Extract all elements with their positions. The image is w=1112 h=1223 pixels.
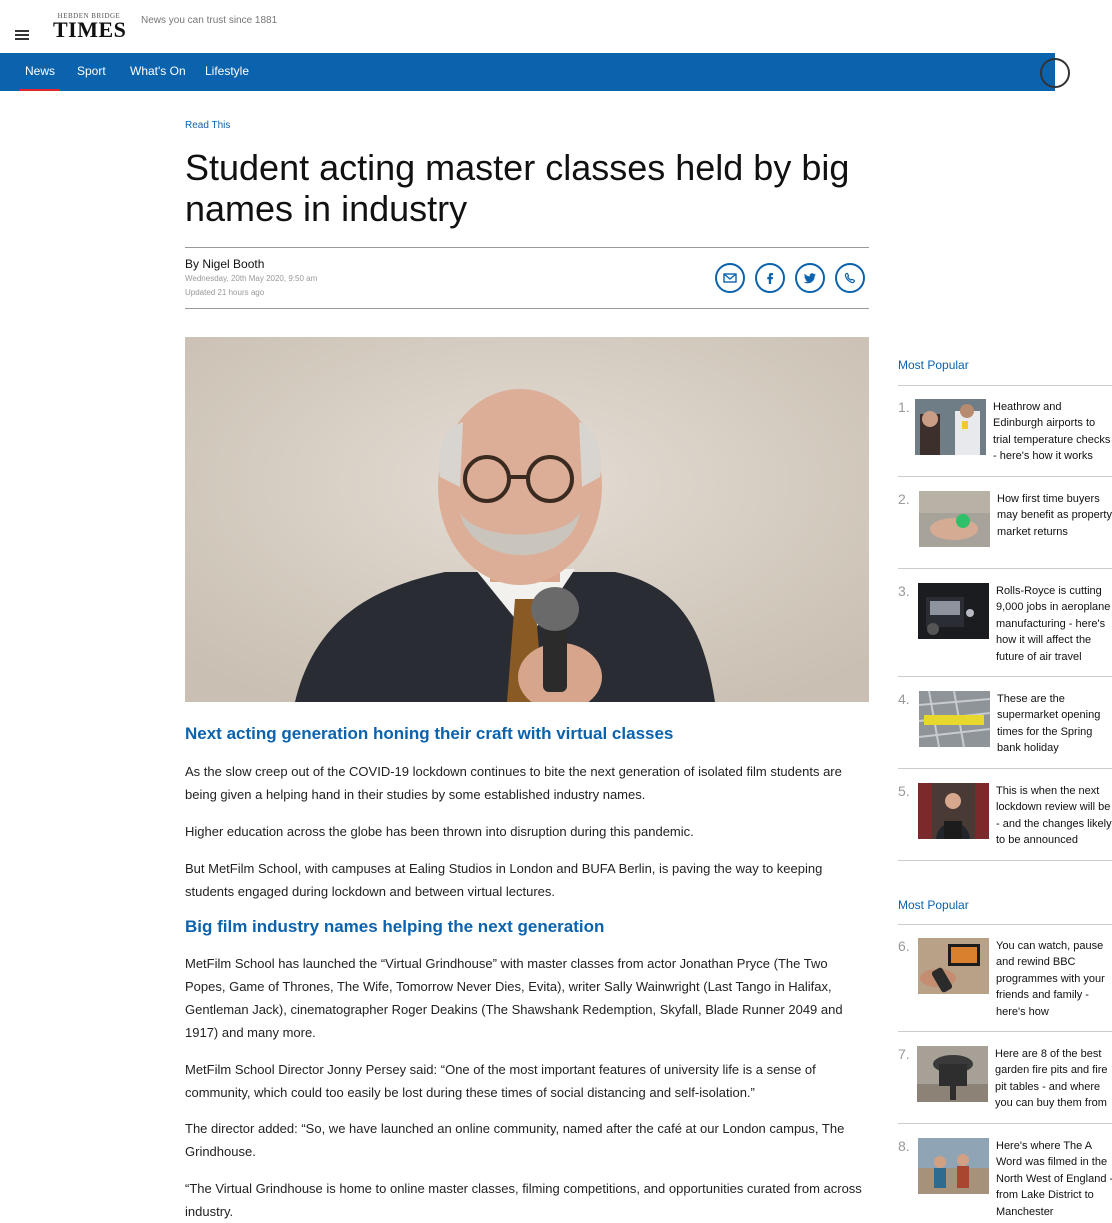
item-number: 8. [898,1138,910,1154]
divider [898,568,1112,569]
search-icon[interactable] [1040,58,1070,88]
logo-main-text: TIMES [53,17,127,42]
divider [898,860,1112,861]
article-date: Wednesday, 20th May 2020, 9:50 am [185,274,318,283]
whatsapp-icon [844,272,856,284]
article-kicker[interactable]: Read This [185,120,230,131]
article-subhead: Next acting generation honing their craf… [185,724,674,743]
divider [898,924,1112,925]
whatsapp-share-button[interactable] [835,263,865,293]
article-updated: Updated 21 hours ago [185,288,265,297]
item-thumbnail[interactable] [918,783,989,839]
item-thumbnail[interactable] [919,691,990,747]
item-thumbnail[interactable] [918,1138,989,1194]
twitter-share-button[interactable] [795,263,825,293]
nav-item-lifestyle[interactable]: Lifestyle [205,53,249,91]
item-thumbnail[interactable] [917,1046,988,1102]
divider [898,385,1112,386]
main-nav: News Sport What's On Lifestyle [0,53,1055,91]
item-title[interactable]: Rolls-Royce is cutting 9,000 jobs in aer… [996,583,1112,665]
nav-item-sport[interactable]: Sport [77,53,106,91]
item-number: 7. [898,1046,910,1062]
item-thumbnail[interactable] [918,938,989,994]
most-popular-title[interactable]: Most Popular [898,358,969,372]
item-thumbnail[interactable] [918,583,989,639]
item-number: 1. [898,399,910,415]
divider [898,1123,1112,1124]
site-header: HEBDEN BRIDGE TIMES News you can trust s… [0,0,1112,53]
article-paragraph: The director added: “So, we have launche… [185,1121,845,1159]
facebook-share-button[interactable] [755,263,785,293]
item-number: 2. [898,491,910,507]
article-paragraph: MetFilm School Director Jonny Persey sai… [185,1062,816,1100]
item-thumbnail[interactable] [915,399,986,455]
divider [185,247,869,248]
article-paragraph: But MetFilm School, with campuses at Eal… [185,861,823,899]
site-tagline: News you can trust since 1881 [141,15,278,26]
item-title[interactable]: This is when the next lockdown review wi… [996,783,1112,849]
facebook-icon [767,273,773,284]
item-title[interactable]: Here are 8 of the best garden fire pits … [995,1046,1112,1112]
article-paragraph: Higher education across the globe has be… [185,824,694,839]
site-logo[interactable]: HEBDEN BRIDGE TIMES [53,12,127,42]
twitter-icon [803,273,816,284]
email-share-button[interactable] [715,263,745,293]
divider [898,1031,1112,1032]
nav-item-news[interactable]: News [19,53,61,91]
article-byline[interactable]: By Nigel Booth [185,257,264,271]
item-number: 6. [898,938,910,954]
speaker-photo [185,337,869,702]
item-title[interactable]: How first time buyers may benefit as pro… [997,491,1112,540]
item-number: 5. [898,783,910,799]
item-title[interactable]: Here's where The A Word was filmed in th… [996,1138,1112,1220]
item-number: 4. [898,691,910,707]
article-paragraph: As the slow creep out of the COVID-19 lo… [185,764,842,802]
article-paragraph: MetFilm School has launched the “Virtual… [185,956,843,1040]
item-title[interactable]: You can watch, pause and rewind BBC prog… [996,938,1112,1020]
most-popular-title[interactable]: Most Popular [898,898,969,912]
nav-item-whats-on[interactable]: What's On [130,53,186,91]
divider [898,476,1112,477]
article-headline: Student acting master classes held by bi… [185,147,850,229]
article-subhead: Big film industry names helping the next… [185,917,605,936]
item-title[interactable]: Heathrow and Edinburgh airports to trial… [993,399,1111,465]
article-paragraph: “The Virtual Grindhouse is home to onlin… [185,1181,862,1219]
divider [898,676,1112,677]
divider [898,768,1112,769]
email-icon [723,273,737,283]
item-thumbnail[interactable] [919,491,990,547]
item-number: 3. [898,583,910,599]
menu-icon[interactable] [15,30,29,40]
divider [185,308,869,309]
hero-image[interactable] [185,337,869,702]
item-title[interactable]: These are the supermarket opening times … [997,691,1112,757]
